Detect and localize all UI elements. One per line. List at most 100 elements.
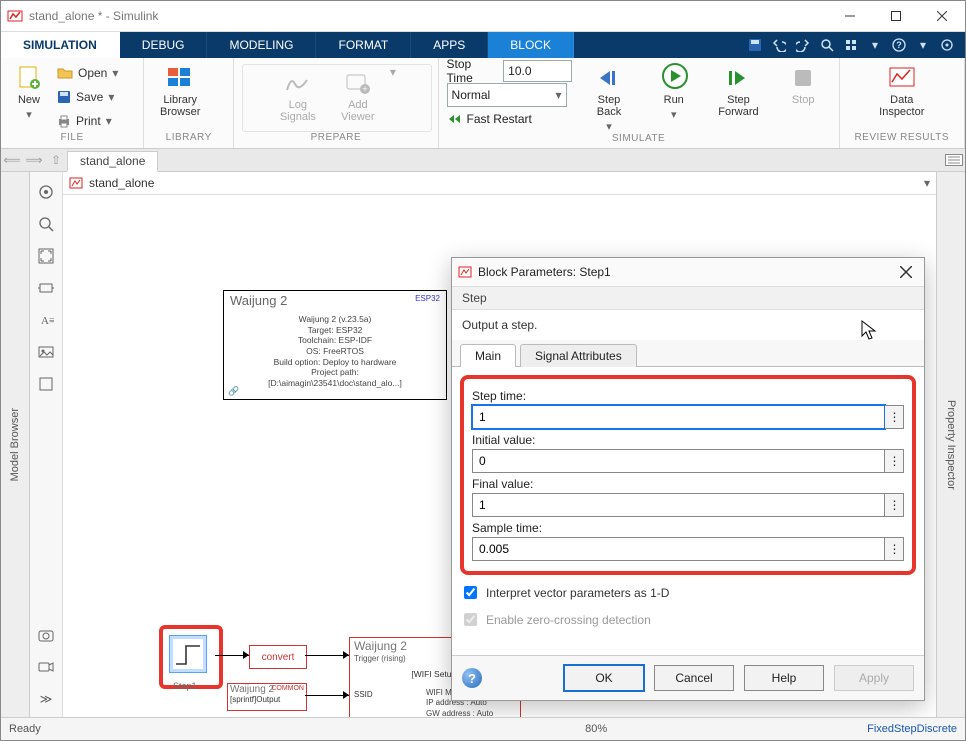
add-viewer-button[interactable]: + Add Viewer <box>330 65 386 123</box>
tab-simulation[interactable]: SIMULATION <box>1 32 120 58</box>
dialog-title: Block Parameters: Step1 <box>478 265 611 279</box>
breadcrumb-model[interactable]: stand_alone <box>89 176 154 190</box>
new-label: New <box>18 94 40 106</box>
model-browser-label: Model Browser <box>9 408 21 481</box>
palette-annotation-icon[interactable]: A≡ <box>34 308 58 332</box>
simulation-mode-dropdown[interactable]: Normal▾ <box>447 83 567 107</box>
palette-image-icon[interactable] <box>34 340 58 364</box>
dialog-help-icon[interactable]: ? <box>462 668 482 688</box>
sample-time-label: Sample time: <box>472 521 904 535</box>
wifi-ssid-port: SSID <box>354 690 373 699</box>
dialog-tab-main[interactable]: Main <box>460 344 516 367</box>
print-label: Print <box>76 114 101 128</box>
tab-format[interactable]: FORMAT <box>316 32 411 58</box>
palette-expand-icon[interactable]: ≫ <box>34 687 58 711</box>
breadcrumb-dropdown-icon[interactable]: ▾ <box>924 176 930 190</box>
stop-label: Stop <box>792 94 815 106</box>
dialog-ok-button[interactable]: OK <box>564 665 644 691</box>
convert-block[interactable]: convert <box>249 645 307 669</box>
palette-zoom-icon[interactable] <box>34 212 58 236</box>
final-value-more-button[interactable]: ⋮ <box>885 493 904 517</box>
tab-apps[interactable]: APPS <box>411 32 488 58</box>
log-signals-button[interactable]: Log Signals <box>270 65 326 123</box>
step-time-label: Step time: <box>472 389 904 403</box>
qat-search-icon[interactable] <box>817 35 837 55</box>
palette-block-icon[interactable] <box>34 276 58 300</box>
status-zoom[interactable]: 80% <box>585 723 607 735</box>
group-simulate-label: SIMULATE <box>447 133 831 148</box>
step-forward-button[interactable]: Step Forward <box>711 60 766 118</box>
minimize-button[interactable] <box>827 1 873 31</box>
stop-time-field[interactable]: 10.0 <box>503 60 571 82</box>
sprintf1-block[interactable]: Waijung 2 COMMON [sprintf]Output <box>227 683 307 711</box>
dialog-close-button[interactable] <box>894 260 918 284</box>
initial-value-more-button[interactable]: ⋮ <box>885 449 904 473</box>
zero-crossing-checkbox <box>464 613 477 626</box>
dialog-tab-signal-attributes[interactable]: Signal Attributes <box>520 344 637 367</box>
step1-block[interactable] <box>169 635 207 673</box>
dialog-section: Step <box>452 287 924 310</box>
app-icon <box>7 8 23 24</box>
property-inspector-label: Property Inspector <box>945 400 957 490</box>
log-signals-label: Log Signals <box>280 99 316 123</box>
qat-more-icon[interactable] <box>841 35 861 55</box>
qat-target-icon[interactable] <box>937 35 957 55</box>
nav-up-icon[interactable]: ⇧ <box>45 149 67 171</box>
fast-restart-button[interactable]: Fast Restart <box>467 112 532 126</box>
sample-time-input[interactable] <box>472 537 885 561</box>
maximize-button[interactable] <box>873 1 919 31</box>
final-value-input[interactable] <box>472 493 885 517</box>
print-button[interactable]: Print▾ <box>53 110 122 132</box>
tab-debug[interactable]: DEBUG <box>120 32 208 58</box>
dialog-icon <box>458 265 472 279</box>
palette-record-icon[interactable] <box>34 655 58 679</box>
new-button[interactable]: New ▾ <box>9 60 49 121</box>
tab-modeling[interactable]: MODELING <box>207 32 316 58</box>
simulation-mode-value: Normal <box>452 88 491 102</box>
block-parameters-dialog: Block Parameters: Step1 Step Output a st… <box>451 257 925 701</box>
model-canvas[interactable]: Waijung 2 ESP32 Waijung 2 (v.23.5a) Targ… <box>63 195 936 717</box>
nav-back-icon[interactable]: ⟸ <box>1 149 23 171</box>
status-solver[interactable]: FixedStepDiscrete <box>867 723 957 735</box>
qat-help-icon[interactable]: ? <box>889 35 909 55</box>
document-tab[interactable]: stand_alone <box>67 151 158 172</box>
qat-undo-icon[interactable] <box>769 35 789 55</box>
save-icon <box>57 90 71 104</box>
step-forward-icon <box>724 64 752 92</box>
tab-block[interactable]: BLOCK <box>488 32 574 58</box>
dialog-help-button[interactable]: Help <box>744 665 824 691</box>
data-inspector-button[interactable]: Data Inspector <box>874 60 930 118</box>
model-browser-rail[interactable]: Model Browser <box>1 172 30 717</box>
svg-text:+: + <box>362 84 367 94</box>
property-inspector-rail[interactable]: Property Inspector <box>936 172 965 717</box>
initial-value-input[interactable] <box>472 449 885 473</box>
step-back-button[interactable]: Step Back▾ <box>582 60 637 133</box>
save-button[interactable]: Save▾ <box>53 86 122 108</box>
library-browser-button[interactable]: Library Browser <box>152 60 208 118</box>
keyboard-icon[interactable] <box>943 149 965 171</box>
palette-fit-icon[interactable] <box>34 180 58 204</box>
nav-forward-icon[interactable]: ⟹ <box>23 149 45 171</box>
run-label: Run <box>664 94 684 106</box>
palette-fit-view-icon[interactable] <box>34 244 58 268</box>
step-time-input[interactable] <box>472 405 885 429</box>
run-button[interactable]: Run▾ <box>646 60 701 121</box>
interpret-vector-checkbox[interactable] <box>464 586 477 599</box>
stop-button[interactable]: Stop <box>776 60 831 106</box>
qat-save-icon[interactable] <box>745 35 765 55</box>
step-forward-label: Step Forward <box>718 94 758 118</box>
canvas-palette: A≡ ≫ <box>30 172 63 717</box>
close-window-button[interactable] <box>919 1 965 31</box>
target-block-details: Waijung 2 (v.23.5a) Target: ESP32 Toolch… <box>224 314 446 388</box>
qat-redo-icon[interactable] <box>793 35 813 55</box>
library-browser-label: Library Browser <box>160 94 200 118</box>
palette-area-icon[interactable] <box>34 372 58 396</box>
dialog-cancel-button[interactable]: Cancel <box>654 665 734 691</box>
dialog-apply-button[interactable]: Apply <box>834 665 914 691</box>
add-viewer-icon: + <box>344 69 372 97</box>
open-button[interactable]: Open▾ <box>53 62 122 84</box>
palette-screenshot-icon[interactable] <box>34 623 58 647</box>
sprintf1-tag: COMMON <box>271 685 304 692</box>
sample-time-more-button[interactable]: ⋮ <box>885 537 904 561</box>
step-time-more-button[interactable]: ⋮ <box>885 405 904 429</box>
